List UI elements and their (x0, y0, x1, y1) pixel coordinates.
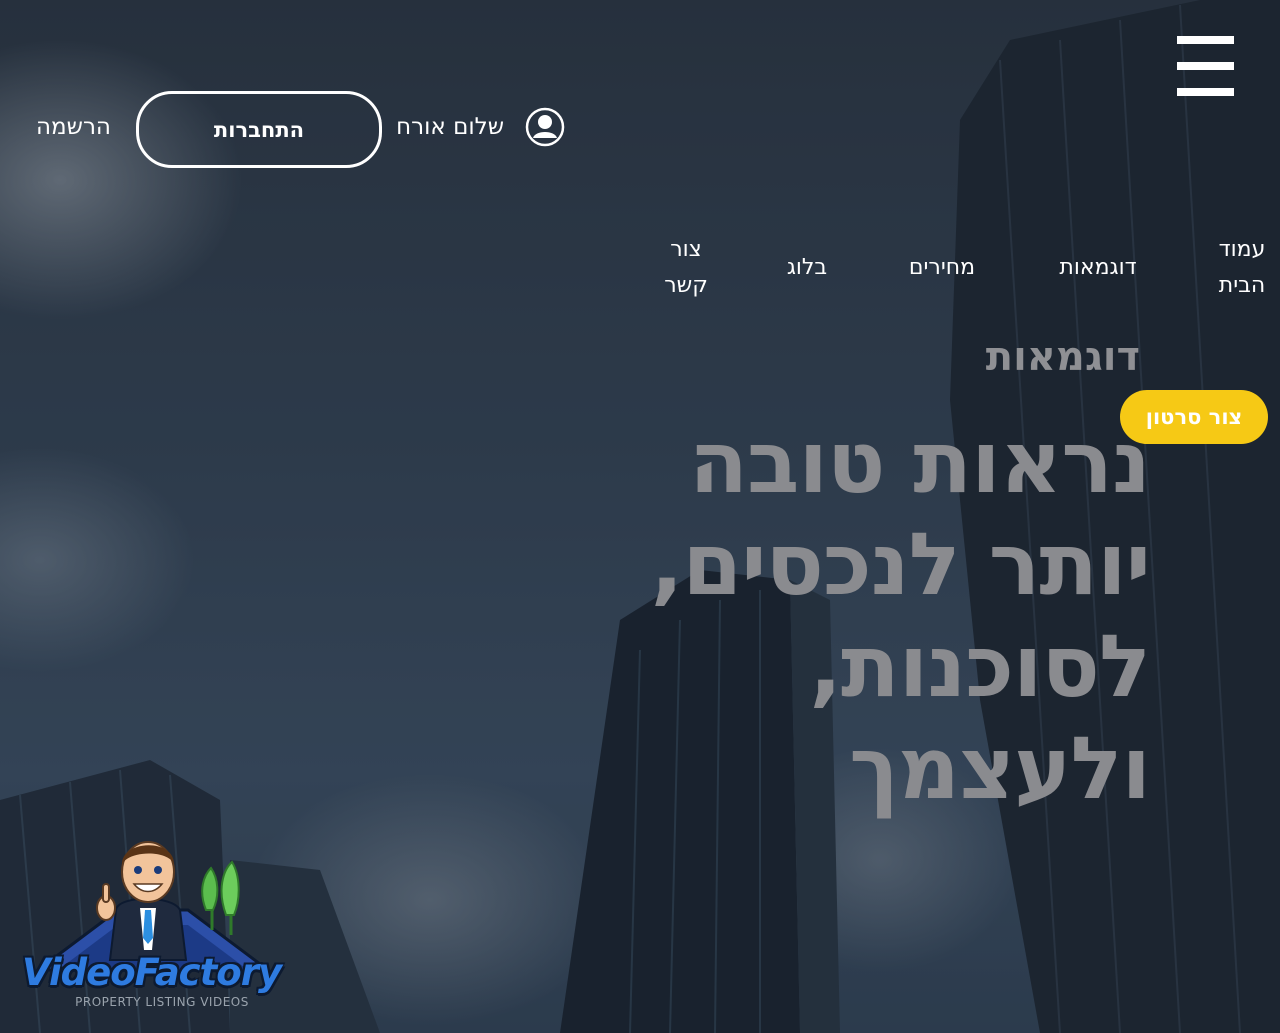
logo-tagline: PROPERTY LISTING VIDEOS (75, 995, 249, 1009)
hero-headline: נראות טובה יותר לנכסים, לסוכנות, ולעצמך (560, 412, 1151, 820)
register-link[interactable]: הרשמה (36, 108, 116, 146)
nav-item-contact[interactable]: צור קשר (656, 232, 716, 304)
headline-line: יותר לנכסים, (650, 515, 1151, 615)
section-label: דוגמאות (985, 334, 1140, 380)
create-video-button[interactable]: צור סרטון (1120, 390, 1268, 444)
logo-name: VideoFactory (22, 951, 282, 994)
nav-item-prices[interactable]: מחירים (900, 250, 984, 286)
nav-item-home[interactable]: עמוד הבית (1210, 232, 1274, 304)
headline-line: ולעצמך (849, 719, 1151, 819)
headline-line: נראות טובה (688, 413, 1151, 513)
videofactory-logo[interactable]: VideoFactory PROPERTY LISTING VIDEOS (18, 820, 298, 1020)
hamburger-menu-icon[interactable] (1177, 36, 1234, 96)
headline-line: לסוכנות, (809, 617, 1151, 717)
login-button[interactable]: התחברות (136, 91, 382, 168)
nav-item-examples[interactable]: דוגמאות (1052, 250, 1144, 286)
user-avatar-icon[interactable] (525, 107, 565, 147)
guest-greeting: שלום אורח (396, 114, 504, 140)
nav-item-blog[interactable]: בלוג (780, 250, 834, 286)
